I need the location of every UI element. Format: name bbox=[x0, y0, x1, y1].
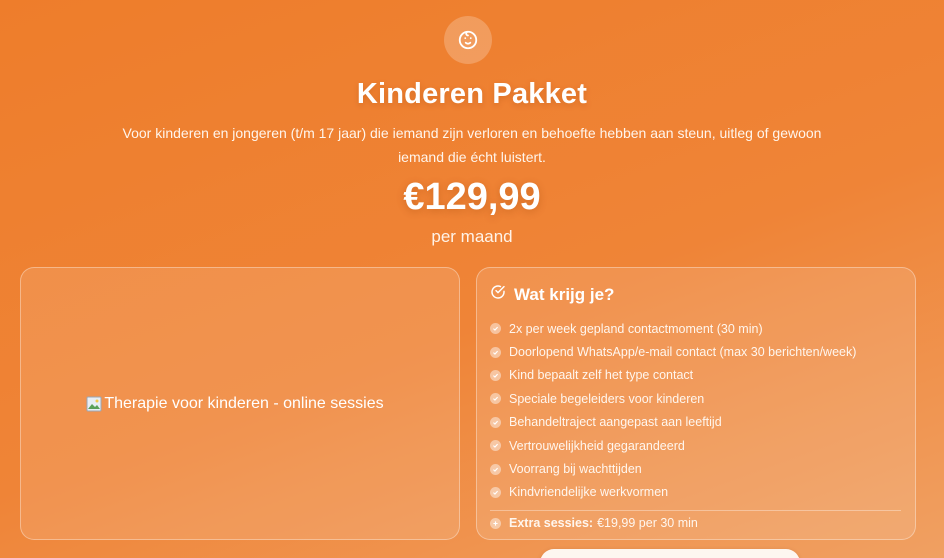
list-item: Voorrang bij wachttijden bbox=[490, 457, 901, 480]
feature-text: 2x per week gepland contactmoment (30 mi… bbox=[509, 321, 763, 336]
check-circle-icon bbox=[490, 284, 506, 305]
feature-text: Vertrouwelijkheid gegarandeerd bbox=[509, 438, 685, 453]
features-card: Wat krijg je? 2x per week gepland contac… bbox=[476, 267, 916, 540]
package-description: Voor kinderen en jongeren (t/m 17 jaar) … bbox=[122, 125, 822, 165]
check-icon bbox=[490, 323, 501, 335]
check-icon bbox=[490, 393, 501, 405]
check-icon bbox=[490, 416, 501, 428]
broken-image-icon bbox=[86, 396, 102, 412]
list-item: Speciale begeleiders voor kinderen bbox=[490, 387, 901, 410]
feature-text: Behandeltraject aangepast aan leeftijd bbox=[509, 415, 722, 430]
baby-face-icon bbox=[444, 16, 492, 64]
features-header: Wat krijg je? bbox=[490, 284, 901, 305]
list-item: Doorlopend WhatsApp/e-mail contact (max … bbox=[490, 340, 901, 363]
feature-list: 2x per week gepland contactmoment (30 mi… bbox=[490, 317, 901, 504]
divider bbox=[490, 510, 901, 512]
extra-sessions: Extra sessies: €19,99 per 30 min bbox=[490, 516, 901, 530]
feature-text: Kind bepaalt zelf het type contact bbox=[509, 368, 694, 383]
package-price: €129,99 bbox=[403, 176, 541, 218]
check-icon bbox=[490, 486, 501, 498]
cta-button[interactable] bbox=[540, 549, 800, 558]
image-alt-text: Therapie voor kinderen - online sessies bbox=[104, 394, 384, 412]
feature-text: Doorlopend WhatsApp/e-mail contact (max … bbox=[509, 345, 857, 360]
feature-text: Kindvriendelijke werkvormen bbox=[509, 485, 669, 500]
check-icon bbox=[490, 440, 501, 452]
check-icon bbox=[490, 463, 501, 475]
list-item: Kindvriendelijke werkvormen bbox=[490, 481, 901, 504]
extra-sessions-label: Extra sessies: bbox=[509, 516, 594, 531]
list-item: Vertrouwelijkheid gegarandeerd bbox=[490, 434, 901, 457]
check-icon bbox=[490, 369, 501, 381]
list-item: Kind bepaalt zelf het type contact bbox=[490, 364, 901, 387]
price-period: per maand bbox=[431, 227, 513, 246]
list-item: Behandeltraject aangepast aan leeftijd bbox=[490, 411, 901, 434]
package-image-card: Therapie voor kinderen - online sessies bbox=[20, 267, 460, 540]
feature-text: Speciale begeleiders voor kinderen bbox=[509, 391, 705, 406]
features-title: Wat krijg je? bbox=[514, 284, 615, 304]
check-icon bbox=[490, 346, 501, 358]
extra-sessions-price: €19,99 per 30 min bbox=[597, 516, 698, 531]
list-item: 2x per week gepland contactmoment (30 mi… bbox=[490, 317, 901, 340]
plus-icon bbox=[490, 517, 501, 529]
feature-text: Voorrang bij wachttijden bbox=[509, 462, 642, 477]
package-image: Therapie voor kinderen - online sessies bbox=[86, 394, 384, 413]
package-title: Kinderen Pakket bbox=[356, 78, 588, 110]
